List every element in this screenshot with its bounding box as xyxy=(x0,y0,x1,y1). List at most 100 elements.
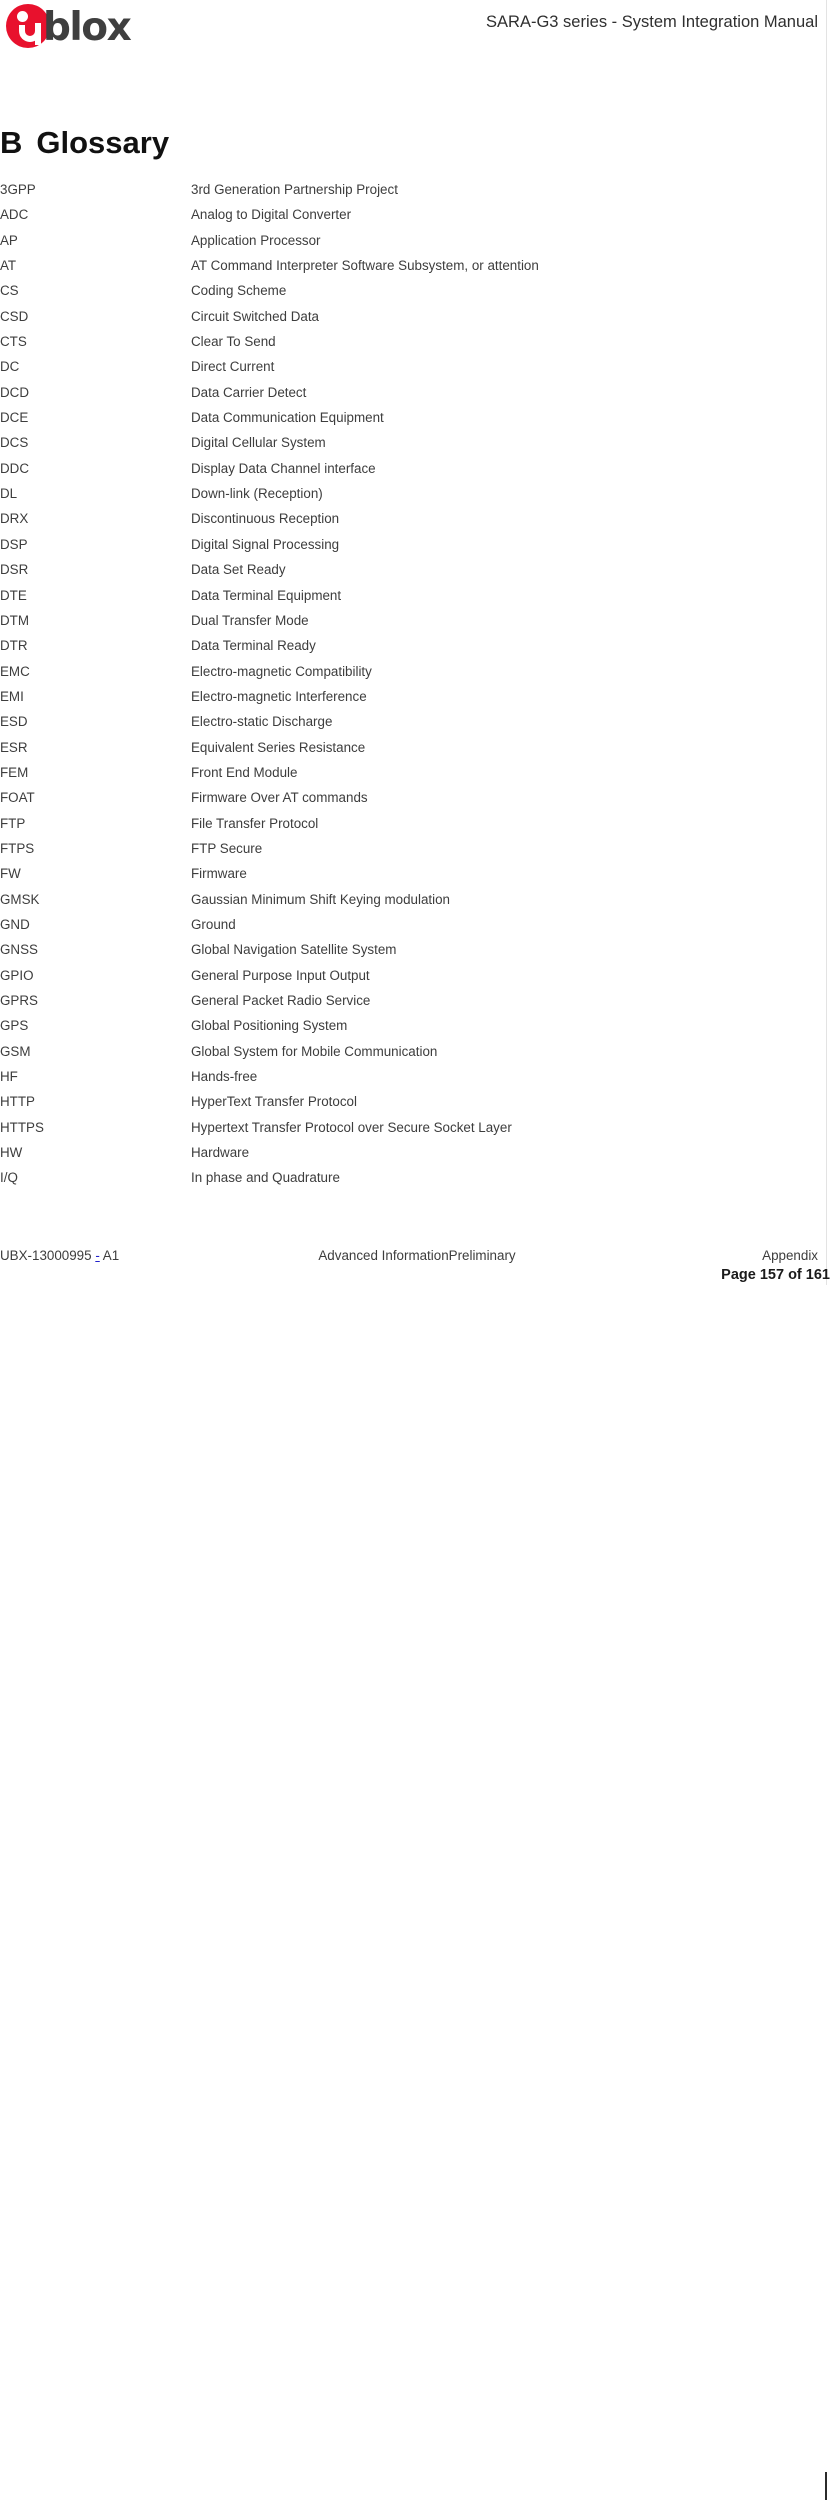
glossary-term: HF xyxy=(0,1069,18,1085)
glossary-definition: 3rd Generation Partnership Project xyxy=(191,182,398,197)
glossary-definition: Equivalent Series Resistance xyxy=(191,739,366,755)
glossary-row: FTPS FTP Secure xyxy=(0,840,834,865)
glossary-term: DL xyxy=(0,486,18,502)
glossary-row: DCE Data Communication Equipment xyxy=(0,409,834,434)
glossary-definition: Front End Module xyxy=(191,764,298,780)
glossary-definition: Direct Current xyxy=(191,359,275,375)
glossary-definition: Firmware Over AT commands xyxy=(191,790,368,806)
glossary-term: DTE xyxy=(0,587,27,603)
glossary-definition: Circuit Switched Data xyxy=(191,308,320,324)
glossary-term: FEM xyxy=(0,764,29,780)
glossary-term: HTTPS xyxy=(0,1119,44,1135)
footer-right-rule xyxy=(825,2472,827,2500)
glossary-definition: In phase and Quadrature xyxy=(191,1170,340,1186)
glossary-term: DSP xyxy=(0,536,28,552)
page-header: blox SARA-G3 series - System Integration… xyxy=(0,0,834,60)
glossary-row: EMI Electro-magnetic Interference xyxy=(0,688,834,713)
glossary-definition: General Packet Radio Service xyxy=(191,993,371,1008)
glossary-term: HW xyxy=(0,1145,23,1161)
glossary-row: ESD Electro-static Discharge xyxy=(0,713,834,738)
glossary-row: GSM Global System for Mobile Communicatio… xyxy=(0,1043,834,1068)
glossary-term: CSD xyxy=(0,308,29,324)
glossary-row: DRX Discontinuous Reception xyxy=(0,510,834,535)
glossary-term: HTTP xyxy=(0,1094,35,1110)
glossary-row: FW Firmware xyxy=(0,865,834,890)
glossary-definition: Global Positioning System xyxy=(191,1018,348,1034)
glossary-row: DC Direct Current xyxy=(0,358,834,383)
glossary-row: HF Hands-free xyxy=(0,1068,834,1093)
page-title: B Glossary xyxy=(0,125,169,161)
glossary-row: DSP Digital Signal Processing xyxy=(0,536,834,561)
glossary-definition: Hypertext Transfer Protocol over Secure … xyxy=(191,1119,512,1135)
glossary-term: DCD xyxy=(0,384,30,400)
glossary-definition: Electro-magnetic Compatibility xyxy=(191,663,372,679)
glossary-row: GPIO General Purpose Input Output xyxy=(0,967,834,992)
glossary-row: FEM Front End Module xyxy=(0,764,834,789)
glossary-definition: AT Command Interpreter Software Subsyste… xyxy=(191,258,539,274)
glossary-row: CTS Clear To Send xyxy=(0,333,834,358)
glossary-term: DC xyxy=(0,359,20,375)
glossary-row: FOAT Firmware Over AT commands xyxy=(0,789,834,814)
footer-section-label: Appendix xyxy=(762,1248,818,1263)
document-page: blox SARA-G3 series - System Integration… xyxy=(0,0,834,2500)
glossary-row: DDC Display Data Channel interface xyxy=(0,460,834,485)
glossary-definition: Ground xyxy=(191,916,236,932)
glossary-definition: Data Terminal Equipment xyxy=(191,587,342,603)
glossary-term: EMC xyxy=(0,663,30,679)
glossary-row: HTTPS Hypertext Transfer Protocol over Se… xyxy=(0,1119,834,1144)
glossary-row: GPRS General Packet Radio Service xyxy=(0,992,834,1017)
glossary-row: EMC Electro-magnetic Compatibility xyxy=(0,663,834,688)
glossary-row: DTM Dual Transfer Mode xyxy=(0,612,834,637)
glossary-term: GMSK xyxy=(0,891,40,907)
glossary-row: 3GPP 3rd Generation Partnership Project xyxy=(0,181,834,206)
glossary-definition: Global Navigation Satellite System xyxy=(191,942,397,958)
glossary-definition: Data Set Ready xyxy=(191,562,286,578)
logo-letter-u-stem xyxy=(35,23,41,45)
glossary-row: CS Coding Scheme xyxy=(0,282,834,307)
glossary-term: ADC xyxy=(0,207,29,223)
glossary-row: DCD Data Carrier Detect xyxy=(0,384,834,409)
page-footer: UBX-13000995 - A1 Advanced InformationPr… xyxy=(0,1240,834,2500)
glossary-definition: Coding Scheme xyxy=(191,283,287,299)
glossary-term: GND xyxy=(0,916,30,932)
glossary-row: HTTP HyperText Transfer Protocol xyxy=(0,1093,834,1118)
glossary-definition: File Transfer Protocol xyxy=(191,815,319,831)
glossary-definition: Discontinuous Reception xyxy=(191,511,340,527)
glossary-term: I/Q xyxy=(0,1170,18,1186)
glossary-definition: FTP Secure xyxy=(191,840,263,856)
glossary-definition: Dual Transfer Mode xyxy=(191,612,309,628)
glossary-term: DCS xyxy=(0,435,29,451)
glossary-term: FW xyxy=(0,866,21,882)
glossary-list: 3GPP 3rd Generation Partnership Project AD… xyxy=(0,181,834,1195)
glossary-definition: Electro-magnetic Interference xyxy=(191,688,367,704)
glossary-row: ESR Equivalent Series Resistance xyxy=(0,739,834,764)
glossary-definition: Clear To Send xyxy=(191,334,276,350)
glossary-row: DTR Data Terminal Ready xyxy=(0,637,834,662)
glossary-term: GSM xyxy=(0,1043,31,1059)
document-header-title: SARA-G3 series - System Integration Manu… xyxy=(486,13,818,31)
glossary-term: GPIO xyxy=(0,967,34,983)
glossary-term: 3GPP xyxy=(0,182,36,197)
glossary-row: HW Hardware xyxy=(0,1144,834,1169)
glossary-term: GPRS xyxy=(0,993,38,1008)
glossary-term: FTP xyxy=(0,815,26,831)
glossary-definition: Digital Signal Processing xyxy=(191,536,340,552)
glossary-definition: Firmware xyxy=(191,866,247,882)
glossary-row: AT AT Command Interpreter Software Subsys… xyxy=(0,257,834,282)
glossary-term: FOAT xyxy=(0,790,35,806)
glossary-term: EMI xyxy=(0,688,24,704)
glossary-term: DRX xyxy=(0,511,29,527)
glossary-term: GNSS xyxy=(0,942,38,958)
glossary-definition: General Purpose Input Output xyxy=(191,967,370,983)
glossary-term: DSR xyxy=(0,562,29,578)
glossary-row: FTP File Transfer Protocol xyxy=(0,815,834,840)
glossary-row: GNSS Global Navigation Satellite System xyxy=(0,941,834,966)
glossary-term: AT xyxy=(0,258,17,274)
glossary-row: GMSK Gaussian Minimum Shift Keying modula… xyxy=(0,891,834,916)
glossary-row: DSR Data Set Ready xyxy=(0,561,834,586)
glossary-term: ESR xyxy=(0,739,28,755)
glossary-term: AP xyxy=(0,232,18,248)
glossary-row: GND Ground xyxy=(0,916,834,941)
glossary-row: ADC Analog to Digital Converter xyxy=(0,206,834,231)
glossary-term: DCE xyxy=(0,410,29,426)
